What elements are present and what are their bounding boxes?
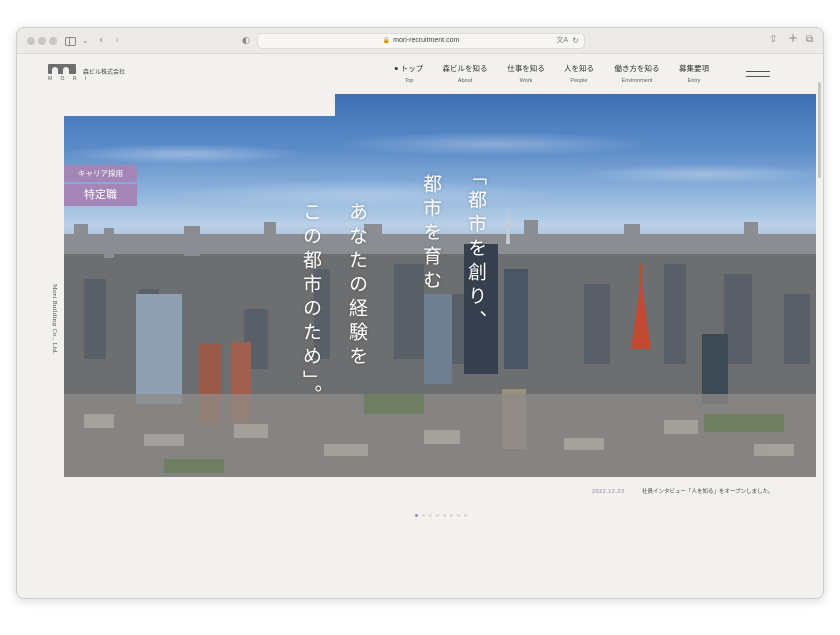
hero-corner-cutout (64, 94, 335, 116)
nav-item-sublabel: Environment (621, 78, 653, 84)
catchphrase-line-4: この都市のため」。 (300, 202, 322, 409)
nav-item-about[interactable]: 森ビルを知る About (443, 64, 488, 86)
close-window-button[interactable] (27, 37, 35, 45)
translate-icon[interactable]: 文A (556, 34, 568, 48)
nav-item-label: 森ビルを知る (442, 64, 488, 73)
url-text: mori-recruitment.com (393, 37, 460, 44)
slider-dot[interactable] (436, 514, 439, 517)
mori-logo-mark (48, 64, 76, 74)
shield-icon[interactable]: ◐ (242, 34, 250, 48)
logo-wordmark: M O R I (48, 76, 90, 82)
chevron-down-icon[interactable]: ⌄ (82, 34, 89, 48)
nav-item-sublabel: Entry (687, 78, 701, 84)
tabs-icon[interactable]: ⧉ (806, 33, 813, 47)
address-bar[interactable]: 🔒 mori-recruitment.com 文A ↻ (257, 33, 585, 49)
slider-dot[interactable] (443, 514, 446, 517)
page-scrollbar[interactable] (818, 82, 821, 178)
catchphrase-line-3: あなたの経験を (346, 202, 368, 370)
slider-dot[interactable] (415, 514, 418, 517)
slider-dot[interactable] (464, 514, 467, 517)
company-vertical-text: Mori Building Co., Ltd. (51, 284, 57, 355)
nav-item-environment[interactable]: 働き方を知る Environment (615, 64, 660, 86)
zoom-window-button[interactable] (49, 37, 57, 45)
reload-icon[interactable]: ↻ (572, 34, 579, 48)
back-icon[interactable]: ‹ (99, 33, 103, 47)
nav-item-people[interactable]: 人を知る People (564, 64, 594, 86)
browser-toolbar: ⌄ ‹ › ◐ 🔒 mori-recruitment.com 文A ↻ ⇪ + ⧉ (17, 28, 823, 54)
nav-item-entry[interactable]: 募集要項 Entry (679, 64, 709, 86)
catchphrase-line-2: 都市を育む (420, 174, 442, 294)
recruitment-site: M O R I 森ビル株式会社 トップ Top 森ビルを知る About 仕事を… (17, 54, 823, 598)
news-date: 2022.12.23 (592, 489, 625, 495)
nav-item-label: トップ (400, 64, 424, 73)
browser-window: ⌄ ‹ › ◐ 🔒 mori-recruitment.com 文A ↻ ⇪ + ⧉… (16, 27, 824, 599)
nav-item-label: 働き方を知る (614, 64, 660, 73)
nav-item-label: 人を知る (564, 64, 594, 73)
nav-item-sublabel: About (457, 78, 473, 84)
current-page-dot-icon (394, 66, 398, 70)
nav-item-sublabel: Top (404, 78, 414, 84)
catchphrase-line-1: 「都市を創り、 (465, 166, 487, 334)
share-icon[interactable]: ⇪ (769, 33, 777, 47)
minimize-window-button[interactable] (38, 37, 46, 45)
news-text: 社員インタビュー「人を知る」をオープンしました。 (642, 489, 774, 495)
nav-item-label: 募集要項 (679, 64, 709, 73)
slider-dot[interactable] (457, 514, 460, 517)
sidebar-icon[interactable] (65, 37, 76, 46)
nav-item-sublabel: Work (519, 78, 533, 84)
menu-button[interactable] (746, 69, 770, 81)
nav-item-sublabel: People (570, 78, 588, 84)
specific-position-badge: 特定職 (64, 184, 137, 206)
lock-icon: 🔒 (382, 38, 391, 44)
nav-item-top[interactable]: トップ Top (394, 64, 424, 86)
nav-item-work[interactable]: 仕事を知る Work (507, 64, 545, 86)
slider-dot[interactable] (422, 514, 425, 517)
career-recruitment-badge: キャリア採用 (64, 165, 137, 182)
news-ticker[interactable]: 2022.12.23 社員インタビュー「人を知る」をオープンしました。 (580, 480, 816, 504)
slider-dot[interactable] (450, 514, 453, 517)
company-name: 森ビル株式会社 (83, 69, 126, 76)
new-tab-icon[interactable]: + (788, 31, 798, 45)
hamburger-icon (746, 76, 770, 77)
forward-icon[interactable]: › (115, 33, 119, 47)
nav-item-label: 仕事を知る (507, 64, 545, 73)
hamburger-icon (746, 71, 770, 72)
slider-dot[interactable] (429, 514, 432, 517)
